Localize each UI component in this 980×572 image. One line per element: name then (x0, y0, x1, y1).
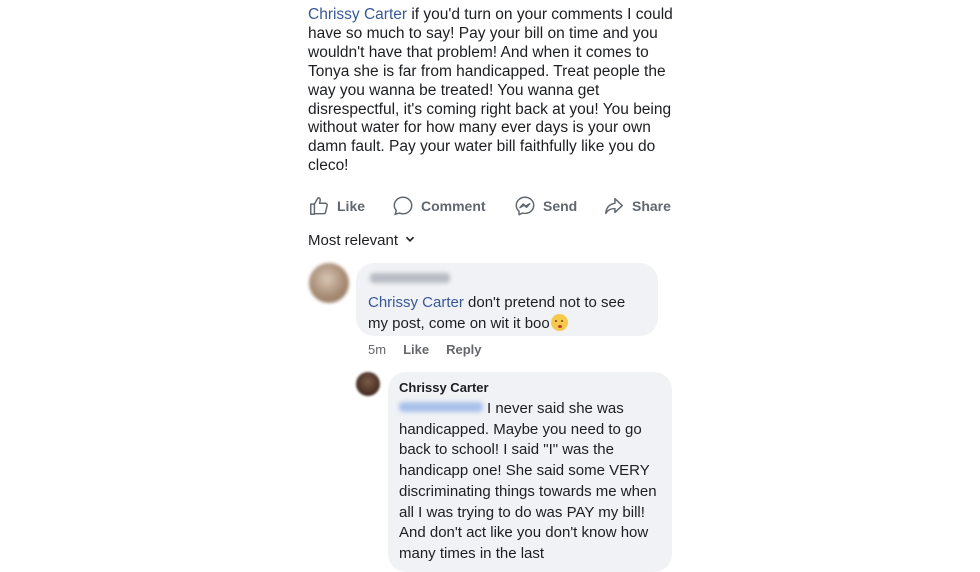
like-label: Like (337, 198, 366, 214)
comment-bubble-icon (392, 195, 414, 217)
send-button[interactable]: Send (514, 195, 603, 217)
avatar[interactable] (309, 263, 349, 303)
post-text: Chrissy Carter if you'd turn on your com… (308, 6, 678, 176)
kissing-face-emoji (550, 314, 568, 331)
comment-reply-button[interactable]: Reply (446, 342, 481, 357)
chevron-down-icon (398, 232, 416, 249)
messenger-icon (514, 195, 536, 217)
mention-link[interactable]: Chrissy Carter (308, 6, 407, 23)
mention-link[interactable]: Chrissy Carter (368, 294, 464, 311)
comment-time[interactable]: 5m (368, 342, 386, 357)
like-thumb-icon (308, 195, 330, 217)
comment-text: Chrissy Carter don't pretend not to see … (368, 292, 646, 334)
comment-bubble: Chrissy Carter don't pretend not to see … (356, 263, 658, 336)
reply-author-name[interactable]: Chrissy Carter (399, 380, 661, 396)
share-label: Share (632, 198, 671, 214)
comment-button[interactable]: Comment (392, 195, 514, 217)
share-arrow-icon (603, 195, 625, 217)
reply-body: I never said she was handicapped. Maybe … (399, 400, 657, 562)
reply-text: I never said she was handicapped. Maybe … (399, 399, 661, 565)
reply-bubble: Chrissy Carter I never said she was hand… (388, 372, 672, 572)
comment-label: Comment (421, 198, 486, 214)
sort-dropdown[interactable]: Most relevant (308, 232, 416, 249)
mention-redacted[interactable] (399, 402, 483, 412)
comment-meta: 5m Like Reply (368, 342, 498, 357)
share-button[interactable]: Share (603, 195, 679, 217)
comment-like-button[interactable]: Like (403, 342, 429, 357)
send-label: Send (543, 198, 578, 214)
sort-label: Most relevant (308, 232, 399, 249)
avatar[interactable] (356, 372, 380, 396)
post-body: if you'd turn on your comments I could h… (308, 6, 673, 175)
post-action-bar: Like Comment Send Share (308, 193, 680, 219)
commenter-name-redacted[interactable] (370, 273, 450, 283)
like-button[interactable]: Like (308, 195, 392, 217)
